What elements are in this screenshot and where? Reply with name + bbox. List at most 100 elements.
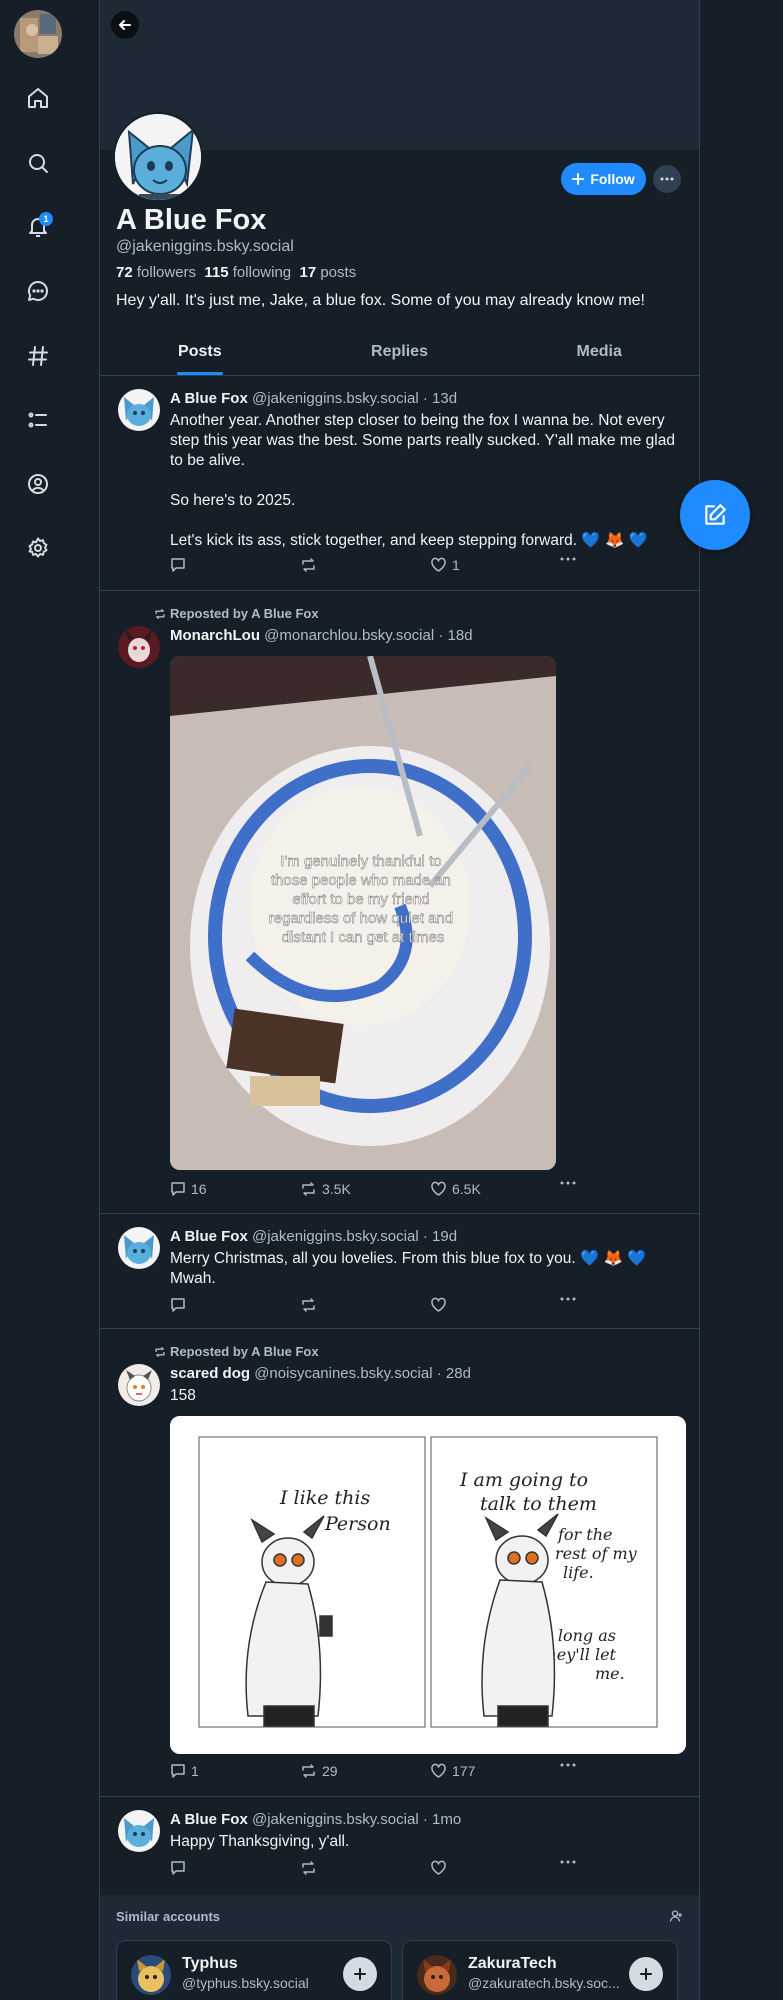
profile-bio: Hey y'all. It's just me, Jake, a blue fo… bbox=[116, 292, 645, 309]
post-author-name[interactable]: scared dog bbox=[170, 1365, 250, 1382]
post-author-name[interactable]: A Blue Fox bbox=[170, 390, 248, 407]
ellipsis-icon bbox=[660, 177, 674, 181]
repost-button[interactable]: 29 bbox=[300, 1763, 338, 1779]
reply-button[interactable] bbox=[170, 1297, 191, 1313]
like-button[interactable]: 6.5K bbox=[430, 1181, 481, 1197]
post-image[interactable]: I like this Person I am going to talk to… bbox=[170, 1416, 686, 1754]
image-caption-line: those people who made an bbox=[271, 872, 451, 889]
profile-more-button[interactable] bbox=[653, 165, 681, 193]
repost-button[interactable] bbox=[300, 1860, 322, 1876]
repost-button[interactable] bbox=[300, 557, 322, 573]
nav-home[interactable] bbox=[19, 79, 57, 117]
plus-icon bbox=[354, 1968, 366, 1980]
comic-text: for the bbox=[557, 1525, 613, 1544]
like-count: 1 bbox=[452, 557, 460, 573]
repost-icon bbox=[302, 1861, 315, 1875]
profile-avatar[interactable] bbox=[113, 112, 203, 202]
nav-lists[interactable] bbox=[19, 401, 57, 439]
post-text-paragraph: Let's kick its ass, stick together, and … bbox=[170, 532, 648, 549]
comic-text: talk to them bbox=[480, 1493, 597, 1515]
post-time[interactable]: 19d bbox=[432, 1228, 457, 1245]
post-text: Another year. Another step closer to bei… bbox=[170, 411, 680, 551]
comic-text: rest of my bbox=[555, 1544, 638, 1563]
post-author-handle[interactable]: @jakeniggins.bsky.social bbox=[252, 1228, 419, 1245]
person-add-icon[interactable] bbox=[669, 1909, 683, 1923]
following-link[interactable]: 115 following bbox=[204, 264, 291, 281]
post-author-name[interactable]: A Blue Fox bbox=[170, 1228, 248, 1245]
repost-indicator[interactable]: Reposted by A Blue Fox bbox=[154, 606, 319, 621]
heart-icon bbox=[431, 1181, 446, 1196]
similar-account-handle: @zakuratech.bsky.soc... bbox=[468, 1975, 620, 1991]
post-author-avatar[interactable] bbox=[118, 626, 160, 668]
nav-chat[interactable] bbox=[19, 272, 57, 310]
similar-account-card[interactable]: ZakuraTech @zakuratech.bsky.soc... bbox=[402, 1940, 678, 2000]
post-actions: 1 29 177 bbox=[170, 1763, 590, 1783]
post-header: scared dog @noisycanines.bsky.social · 2… bbox=[170, 1365, 471, 1382]
reply-button[interactable] bbox=[170, 557, 191, 573]
tab-media[interactable]: Media bbox=[499, 328, 699, 375]
post-item[interactable]: A Blue Fox @jakeniggins.bsky.social · 1m… bbox=[100, 1798, 699, 1894]
compose-button[interactable] bbox=[680, 480, 750, 550]
followers-link[interactable]: 72 followers bbox=[116, 264, 196, 281]
post-time[interactable]: 1mo bbox=[432, 1811, 461, 1828]
profile-handle: @jakeniggins.bsky.social bbox=[116, 238, 294, 255]
nav-profile[interactable] bbox=[19, 465, 57, 503]
post-more-button[interactable] bbox=[560, 1763, 576, 1767]
hashtag-icon bbox=[28, 346, 48, 366]
post-author-avatar[interactable] bbox=[118, 1810, 160, 1852]
post-time[interactable]: 18d bbox=[448, 627, 473, 644]
tab-replies[interactable]: Replies bbox=[300, 328, 500, 375]
nav-notifications[interactable]: 1 bbox=[19, 208, 57, 246]
post-image[interactable]: I'm genuinely thankful to those people w… bbox=[170, 656, 556, 1170]
post-author-avatar[interactable] bbox=[118, 1364, 160, 1406]
reply-icon bbox=[171, 1298, 185, 1312]
back-button[interactable] bbox=[111, 11, 139, 39]
post-actions bbox=[170, 1297, 590, 1317]
post-time[interactable]: 28d bbox=[446, 1365, 471, 1382]
post-author-avatar[interactable] bbox=[118, 1227, 160, 1269]
follow-similar-button[interactable] bbox=[343, 1957, 377, 1991]
like-button[interactable]: 1 bbox=[430, 557, 460, 573]
follow-button[interactable]: Follow bbox=[561, 163, 646, 195]
post-more-button[interactable] bbox=[560, 1181, 576, 1185]
like-button[interactable] bbox=[430, 1297, 452, 1313]
similar-account-card[interactable]: Typhus @typhus.bsky.social bbox=[116, 1940, 392, 2000]
post-author-handle[interactable]: @jakeniggins.bsky.social bbox=[252, 1811, 419, 1828]
like-button[interactable]: 177 bbox=[430, 1763, 475, 1779]
repost-count: 29 bbox=[322, 1763, 338, 1779]
post-author-handle[interactable]: @noisycanines.bsky.social bbox=[254, 1365, 432, 1382]
post-author-name[interactable]: A Blue Fox bbox=[170, 1811, 248, 1828]
tab-posts[interactable]: Posts bbox=[100, 328, 300, 375]
similar-account-handle: @typhus.bsky.social bbox=[182, 1975, 309, 1991]
post-text: 158 bbox=[170, 1387, 196, 1404]
post-more-button[interactable] bbox=[560, 1860, 576, 1864]
post-author-avatar[interactable] bbox=[118, 389, 160, 431]
post-author-handle[interactable]: @jakeniggins.bsky.social bbox=[252, 390, 419, 407]
arrow-left-icon bbox=[119, 20, 131, 30]
repost-button[interactable] bbox=[300, 1297, 322, 1313]
like-button[interactable] bbox=[430, 1860, 452, 1876]
nav-feeds[interactable] bbox=[19, 337, 57, 375]
ellipsis-icon bbox=[560, 1181, 576, 1185]
post-author-handle[interactable]: @monarchlou.bsky.social bbox=[264, 627, 434, 644]
comic-text: I like this bbox=[279, 1487, 370, 1509]
current-user-avatar[interactable] bbox=[14, 10, 62, 58]
nav-settings[interactable] bbox=[19, 529, 57, 567]
reply-button[interactable]: 16 bbox=[170, 1181, 207, 1197]
post-author-name[interactable]: MonarchLou bbox=[170, 627, 260, 644]
post-item[interactable]: A Blue Fox @jakeniggins.bsky.social · 13… bbox=[100, 377, 699, 591]
post-item[interactable]: A Blue Fox @jakeniggins.bsky.social · 19… bbox=[100, 1215, 699, 1329]
heart-icon bbox=[431, 1763, 446, 1778]
nav-search[interactable] bbox=[19, 144, 57, 182]
profile-display-name: A Blue Fox bbox=[116, 204, 267, 236]
post-more-button[interactable] bbox=[560, 557, 576, 561]
repost-by-label: Reposted by A Blue Fox bbox=[170, 606, 319, 621]
post-more-button[interactable] bbox=[560, 1297, 576, 1301]
repost-button[interactable]: 3.5K bbox=[300, 1181, 351, 1197]
similar-accounts-title: Similar accounts bbox=[116, 1909, 221, 1924]
repost-indicator[interactable]: Reposted by A Blue Fox bbox=[154, 1344, 319, 1359]
post-time[interactable]: 13d bbox=[432, 390, 457, 407]
follow-similar-button[interactable] bbox=[629, 1957, 663, 1991]
reply-button[interactable] bbox=[170, 1860, 191, 1876]
reply-button[interactable]: 1 bbox=[170, 1763, 199, 1779]
